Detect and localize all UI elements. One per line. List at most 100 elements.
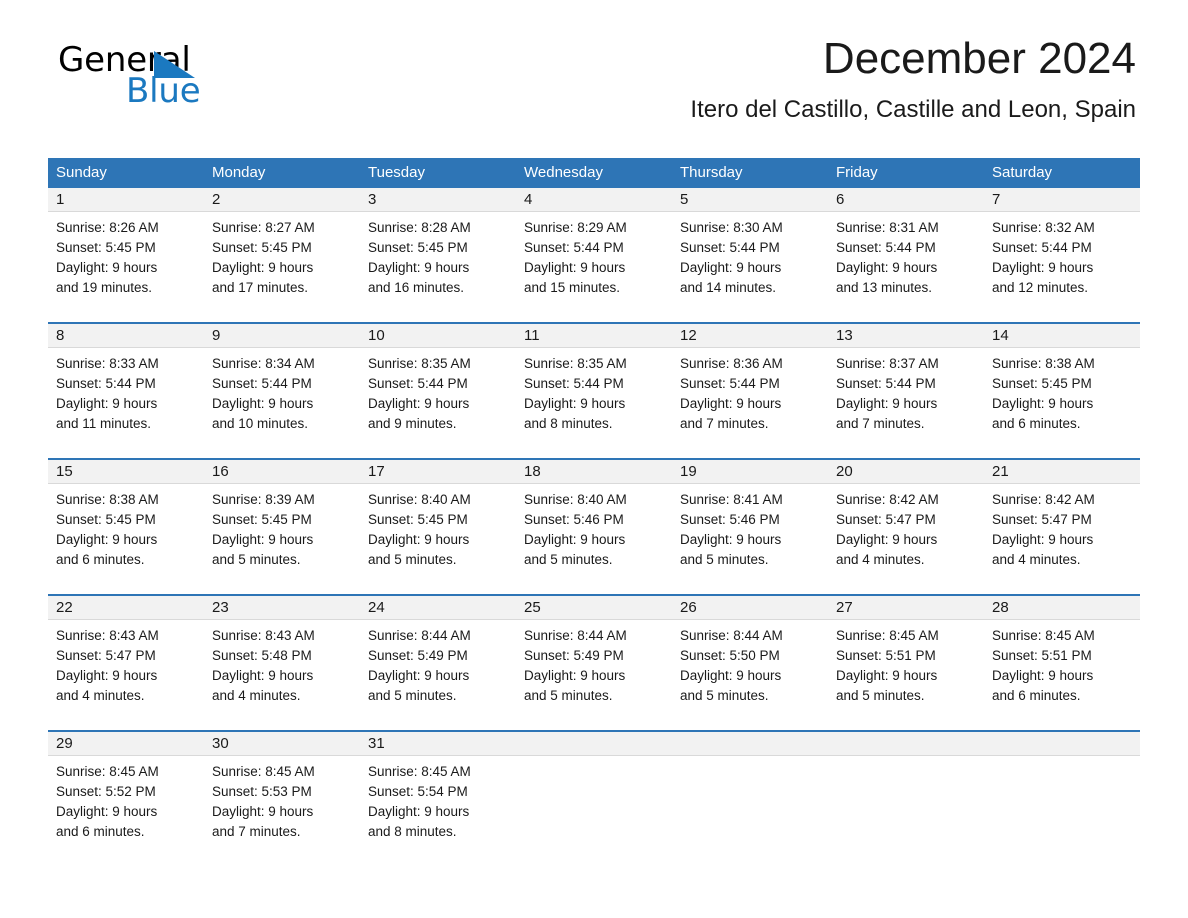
day-number: 29 xyxy=(56,735,73,752)
day-cell[interactable]: 5 Sunrise: 8:30 AM Sunset: 5:44 PM Dayli… xyxy=(672,188,828,308)
sunrise-text: Sunrise: 8:38 AM xyxy=(992,356,1095,371)
daylight-text-line2: and 7 minutes. xyxy=(680,416,769,431)
day-details: Sunrise: 8:34 AM Sunset: 5:44 PM Dayligh… xyxy=(204,348,360,434)
daylight-text-line1: Daylight: 9 hours xyxy=(680,396,782,411)
day-cell[interactable]: 22 Sunrise: 8:43 AM Sunset: 5:47 PM Dayl… xyxy=(48,596,204,716)
day-cell[interactable]: 19 Sunrise: 8:41 AM Sunset: 5:46 PM Dayl… xyxy=(672,460,828,580)
day-number: 3 xyxy=(368,191,377,208)
general-blue-logo[interactable]: General Blue xyxy=(58,42,278,112)
sunset-text: Sunset: 5:47 PM xyxy=(992,512,1092,527)
day-cell[interactable]: 31 Sunrise: 8:45 AM Sunset: 5:54 PM Dayl… xyxy=(360,732,516,852)
sunset-text: Sunset: 5:45 PM xyxy=(212,240,312,255)
sunset-text: Sunset: 5:45 PM xyxy=(212,512,312,527)
daylight-text-line2: and 13 minutes. xyxy=(836,280,933,295)
day-details xyxy=(984,756,1140,762)
daylight-text-line2: and 17 minutes. xyxy=(212,280,309,295)
page-subtitle: Itero del Castillo, Castille and Leon, S… xyxy=(690,96,1136,123)
daylight-text-line1: Daylight: 9 hours xyxy=(992,668,1094,683)
daylight-text-line2: and 5 minutes. xyxy=(212,552,301,567)
day-details: Sunrise: 8:27 AM Sunset: 5:45 PM Dayligh… xyxy=(204,212,360,298)
page-header: General Blue December 2024 Itero del Cas… xyxy=(48,0,1140,123)
daylight-text-line1: Daylight: 9 hours xyxy=(524,532,626,547)
day-cell[interactable]: 23 Sunrise: 8:43 AM Sunset: 5:48 PM Dayl… xyxy=(204,596,360,716)
day-cell[interactable]: 30 Sunrise: 8:45 AM Sunset: 5:53 PM Dayl… xyxy=(204,732,360,852)
daylight-text-line2: and 10 minutes. xyxy=(212,416,309,431)
day-number: 14 xyxy=(992,327,1009,344)
day-number-band xyxy=(516,732,672,756)
daylight-text-line1: Daylight: 9 hours xyxy=(680,532,782,547)
sunset-text: Sunset: 5:48 PM xyxy=(212,648,312,663)
day-number: 20 xyxy=(836,463,853,480)
day-number-band: 9 xyxy=(204,324,360,348)
day-details: Sunrise: 8:30 AM Sunset: 5:44 PM Dayligh… xyxy=(672,212,828,298)
day-details: Sunrise: 8:45 AM Sunset: 5:51 PM Dayligh… xyxy=(828,620,984,706)
day-number: 7 xyxy=(992,191,1001,208)
day-number-band: 29 xyxy=(48,732,204,756)
day-details: Sunrise: 8:35 AM Sunset: 5:44 PM Dayligh… xyxy=(516,348,672,434)
day-number-band: 5 xyxy=(672,188,828,212)
weekday-header-row: Sunday Monday Tuesday Wednesday Thursday… xyxy=(48,158,1140,188)
day-cell[interactable]: 25 Sunrise: 8:44 AM Sunset: 5:49 PM Dayl… xyxy=(516,596,672,716)
sunset-text: Sunset: 5:44 PM xyxy=(524,240,624,255)
day-cell[interactable]: 16 Sunrise: 8:39 AM Sunset: 5:45 PM Dayl… xyxy=(204,460,360,580)
day-number: 9 xyxy=(212,327,221,344)
day-cell[interactable]: 14 Sunrise: 8:38 AM Sunset: 5:45 PM Dayl… xyxy=(984,324,1140,444)
sunrise-text: Sunrise: 8:44 AM xyxy=(680,628,783,643)
weekday-header-monday: Monday xyxy=(212,164,266,181)
calendar-week-row: 15 Sunrise: 8:38 AM Sunset: 5:45 PM Dayl… xyxy=(48,458,1140,580)
day-cell[interactable]: 4 Sunrise: 8:29 AM Sunset: 5:44 PM Dayli… xyxy=(516,188,672,308)
daylight-text-line2: and 4 minutes. xyxy=(56,688,145,703)
day-cell[interactable]: 26 Sunrise: 8:44 AM Sunset: 5:50 PM Dayl… xyxy=(672,596,828,716)
sunrise-text: Sunrise: 8:39 AM xyxy=(212,492,315,507)
sunset-text: Sunset: 5:44 PM xyxy=(368,376,468,391)
day-cell[interactable]: 18 Sunrise: 8:40 AM Sunset: 5:46 PM Dayl… xyxy=(516,460,672,580)
daylight-text-line2: and 5 minutes. xyxy=(680,688,769,703)
daylight-text-line2: and 4 minutes. xyxy=(836,552,925,567)
day-number-band: 14 xyxy=(984,324,1140,348)
sunrise-text: Sunrise: 8:26 AM xyxy=(56,220,159,235)
day-cell[interactable]: 17 Sunrise: 8:40 AM Sunset: 5:45 PM Dayl… xyxy=(360,460,516,580)
calendar-page: General Blue December 2024 Itero del Cas… xyxy=(0,0,1188,918)
day-cell[interactable]: 3 Sunrise: 8:28 AM Sunset: 5:45 PM Dayli… xyxy=(360,188,516,308)
day-number-band: 18 xyxy=(516,460,672,484)
sunrise-text: Sunrise: 8:28 AM xyxy=(368,220,471,235)
sunset-text: Sunset: 5:44 PM xyxy=(992,240,1092,255)
day-cell[interactable]: 20 Sunrise: 8:42 AM Sunset: 5:47 PM Dayl… xyxy=(828,460,984,580)
sunrise-text: Sunrise: 8:45 AM xyxy=(836,628,939,643)
day-cell[interactable]: 1 Sunrise: 8:26 AM Sunset: 5:45 PM Dayli… xyxy=(48,188,204,308)
day-cell[interactable]: 13 Sunrise: 8:37 AM Sunset: 5:44 PM Dayl… xyxy=(828,324,984,444)
sunrise-text: Sunrise: 8:35 AM xyxy=(524,356,627,371)
sunrise-text: Sunrise: 8:36 AM xyxy=(680,356,783,371)
week-spacer xyxy=(48,716,1140,730)
day-number-band: 6 xyxy=(828,188,984,212)
day-cell[interactable]: 28 Sunrise: 8:45 AM Sunset: 5:51 PM Dayl… xyxy=(984,596,1140,716)
day-cell[interactable]: 9 Sunrise: 8:34 AM Sunset: 5:44 PM Dayli… xyxy=(204,324,360,444)
day-details xyxy=(828,756,984,762)
page-title: December 2024 xyxy=(822,34,1136,83)
week-spacer xyxy=(48,580,1140,594)
day-number-band: 11 xyxy=(516,324,672,348)
day-cell[interactable]: 7 Sunrise: 8:32 AM Sunset: 5:44 PM Dayli… xyxy=(984,188,1140,308)
day-cell[interactable]: 11 Sunrise: 8:35 AM Sunset: 5:44 PM Dayl… xyxy=(516,324,672,444)
sunset-text: Sunset: 5:49 PM xyxy=(524,648,624,663)
sunset-text: Sunset: 5:50 PM xyxy=(680,648,780,663)
daylight-text-line1: Daylight: 9 hours xyxy=(992,260,1094,275)
day-cell[interactable]: 15 Sunrise: 8:38 AM Sunset: 5:45 PM Dayl… xyxy=(48,460,204,580)
day-cell[interactable]: 8 Sunrise: 8:33 AM Sunset: 5:44 PM Dayli… xyxy=(48,324,204,444)
calendar-week-row: 8 Sunrise: 8:33 AM Sunset: 5:44 PM Dayli… xyxy=(48,322,1140,444)
day-cell[interactable]: 24 Sunrise: 8:44 AM Sunset: 5:49 PM Dayl… xyxy=(360,596,516,716)
day-cell[interactable]: 21 Sunrise: 8:42 AM Sunset: 5:47 PM Dayl… xyxy=(984,460,1140,580)
day-cell[interactable]: 29 Sunrise: 8:45 AM Sunset: 5:52 PM Dayl… xyxy=(48,732,204,852)
sunrise-text: Sunrise: 8:44 AM xyxy=(368,628,471,643)
day-cell[interactable]: 6 Sunrise: 8:31 AM Sunset: 5:44 PM Dayli… xyxy=(828,188,984,308)
day-details: Sunrise: 8:36 AM Sunset: 5:44 PM Dayligh… xyxy=(672,348,828,434)
day-number-band: 17 xyxy=(360,460,516,484)
day-cell[interactable]: 10 Sunrise: 8:35 AM Sunset: 5:44 PM Dayl… xyxy=(360,324,516,444)
day-number-band xyxy=(984,732,1140,756)
day-cell[interactable]: 12 Sunrise: 8:36 AM Sunset: 5:44 PM Dayl… xyxy=(672,324,828,444)
daylight-text-line2: and 6 minutes. xyxy=(992,688,1081,703)
daylight-text-line1: Daylight: 9 hours xyxy=(992,396,1094,411)
day-cell[interactable]: 27 Sunrise: 8:45 AM Sunset: 5:51 PM Dayl… xyxy=(828,596,984,716)
day-cell[interactable]: 2 Sunrise: 8:27 AM Sunset: 5:45 PM Dayli… xyxy=(204,188,360,308)
day-details: Sunrise: 8:45 AM Sunset: 5:52 PM Dayligh… xyxy=(48,756,204,842)
